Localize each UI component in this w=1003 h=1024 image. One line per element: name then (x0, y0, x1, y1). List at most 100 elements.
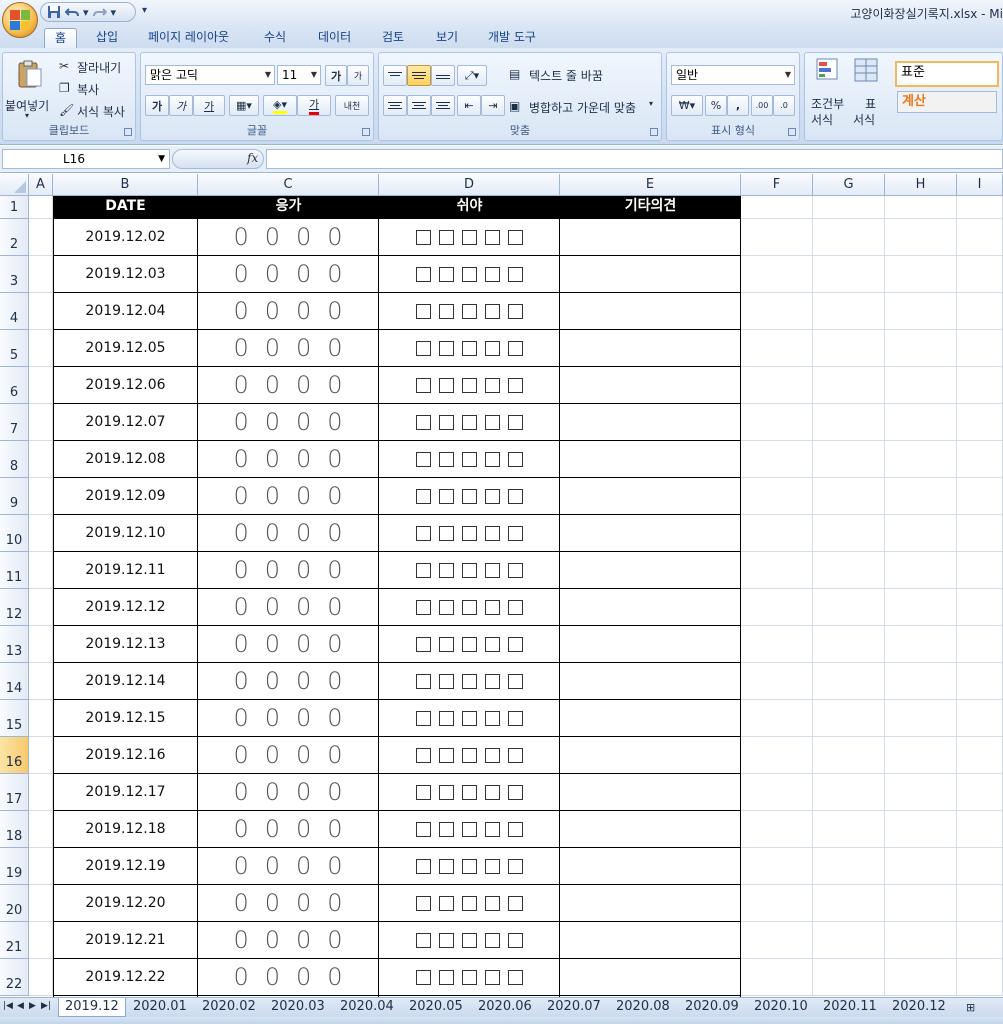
grid-cell[interactable] (957, 330, 1003, 367)
date-cell[interactable]: 2019.12.16 (53, 737, 198, 774)
grid-cell[interactable] (885, 441, 957, 478)
pee-cell[interactable] (379, 959, 560, 996)
grid-cell[interactable] (885, 848, 957, 885)
name-box[interactable]: L16 ▼ (2, 149, 170, 169)
grid-cell[interactable] (813, 737, 885, 774)
date-cell[interactable]: 2019.12.14 (53, 663, 198, 700)
table-header-cell[interactable]: 응가 (198, 196, 379, 219)
grid-cell[interactable] (741, 552, 813, 589)
grid-cell[interactable] (741, 330, 813, 367)
grid-cell[interactable] (885, 626, 957, 663)
poop-cell[interactable]: 0000 (198, 700, 379, 737)
grid-cell[interactable] (741, 441, 813, 478)
grid-cell[interactable] (957, 663, 1003, 700)
dialog-launcher-icon[interactable] (124, 128, 132, 136)
pee-cell[interactable] (379, 626, 560, 663)
grid-cell[interactable] (813, 626, 885, 663)
date-cell[interactable]: 2019.12.21 (53, 922, 198, 959)
row-header[interactable]: 17 (0, 774, 29, 811)
tab-formulas[interactable]: 수식 (254, 28, 296, 48)
sheet-tab[interactable]: 2020.08 (610, 998, 676, 1017)
chevron-down-icon[interactable]: ▾ (25, 111, 29, 120)
grid-cell[interactable] (885, 293, 957, 330)
row-header[interactable]: 8 (0, 441, 29, 478)
percent-button[interactable]: % (705, 95, 727, 116)
date-cell[interactable]: 2019.12.12 (53, 589, 198, 626)
grid-cell[interactable] (957, 293, 1003, 330)
grid-cell[interactable] (813, 367, 885, 404)
office-button[interactable] (2, 2, 38, 38)
poop-cell[interactable]: 0000 (198, 663, 379, 700)
notes-cell[interactable] (560, 441, 741, 478)
notes-cell[interactable] (560, 330, 741, 367)
grid-cell[interactable] (957, 811, 1003, 848)
style-calculation[interactable]: 계산 (897, 91, 997, 113)
increase-indent-button[interactable]: ⇥ (481, 95, 505, 116)
grid-cell[interactable] (29, 219, 53, 256)
next-sheet-icon[interactable]: ▶ (29, 1001, 36, 1011)
grid-cell[interactable] (957, 256, 1003, 293)
font-size-combo[interactable]: 11 ▼ (277, 65, 321, 85)
grid-cell[interactable] (885, 589, 957, 626)
grid-cell[interactable] (741, 663, 813, 700)
grid-cell[interactable] (957, 774, 1003, 811)
notes-cell[interactable] (560, 515, 741, 552)
grid-cell[interactable] (813, 330, 885, 367)
pee-cell[interactable] (379, 848, 560, 885)
row-header[interactable]: 3 (0, 256, 29, 293)
row-header[interactable]: 14 (0, 663, 29, 700)
row-header[interactable]: 19 (0, 848, 29, 885)
grid-cell[interactable] (29, 589, 53, 626)
date-cell[interactable]: 2019.12.03 (53, 256, 198, 293)
poop-cell[interactable]: 0000 (198, 552, 379, 589)
grid-cell[interactable] (741, 737, 813, 774)
row-header[interactable]: 11 (0, 552, 29, 589)
tab-page-layout[interactable]: 페이지 레이아웃 (138, 28, 239, 48)
date-cell[interactable]: 2019.12.19 (53, 848, 198, 885)
poop-cell[interactable]: 0000 (198, 626, 379, 663)
grid-cell[interactable] (741, 922, 813, 959)
row-header[interactable]: 5 (0, 330, 29, 367)
grid-cell[interactable] (885, 922, 957, 959)
chevron-down-icon[interactable]: ▼ (158, 150, 165, 168)
grid-cell[interactable] (29, 552, 53, 589)
grid-cell[interactable] (813, 959, 885, 996)
grid-cell[interactable] (957, 367, 1003, 404)
borders-button[interactable]: ▦▾ (229, 95, 259, 116)
increase-decimal-icon[interactable]: .00 (751, 95, 773, 116)
grid-cell[interactable] (957, 196, 1003, 219)
column-header-c[interactable]: C (198, 174, 379, 196)
grid-cell[interactable] (813, 404, 885, 441)
sheet-tab[interactable]: 2020.09 (679, 998, 745, 1017)
poop-cell[interactable]: 0000 (198, 515, 379, 552)
grid-cell[interactable] (885, 811, 957, 848)
notes-cell[interactable] (560, 478, 741, 515)
row-header[interactable]: 4 (0, 293, 29, 330)
conditional-format-button[interactable]: 조건부 (811, 95, 844, 112)
pee-cell[interactable] (379, 404, 560, 441)
grid-cell[interactable] (29, 700, 53, 737)
underline-button[interactable]: 가 (193, 95, 225, 116)
grid-cell[interactable] (813, 774, 885, 811)
notes-cell[interactable] (560, 404, 741, 441)
pee-cell[interactable] (379, 441, 560, 478)
align-middle-button[interactable] (407, 65, 431, 86)
poop-cell[interactable]: 0000 (198, 589, 379, 626)
row-header[interactable]: 16 (0, 737, 29, 774)
table-header-cell[interactable]: 쉬야 (379, 196, 560, 219)
pee-cell[interactable] (379, 219, 560, 256)
format-table-icon[interactable] (853, 57, 883, 88)
column-header-e[interactable]: E (560, 174, 741, 196)
grid-cell[interactable] (885, 959, 957, 996)
pee-cell[interactable] (379, 515, 560, 552)
align-left-button[interactable] (383, 95, 407, 116)
grid-cell[interactable] (29, 478, 53, 515)
notes-cell[interactable] (560, 774, 741, 811)
grid-cell[interactable] (29, 774, 53, 811)
grid-cell[interactable] (813, 515, 885, 552)
chevron-down-icon[interactable]: ▾ (111, 6, 117, 19)
grid-cell[interactable] (813, 256, 885, 293)
grid-cell[interactable] (29, 626, 53, 663)
grid-cell[interactable] (885, 478, 957, 515)
customize-qat-icon[interactable]: ▾ (142, 5, 147, 16)
